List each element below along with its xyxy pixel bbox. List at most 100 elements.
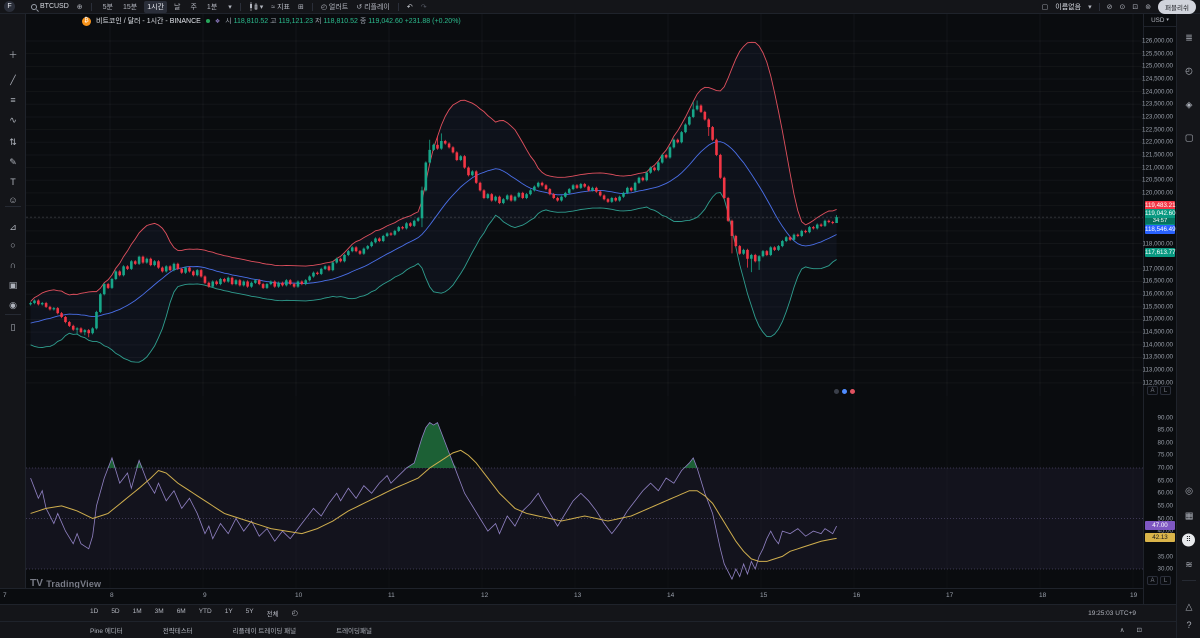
alert-mute-icon[interactable]: ⊘ xyxy=(1107,3,1113,11)
timeframe-group: 5분 15분 1시간 날 주 1분 xyxy=(100,0,221,13)
chart-style-button[interactable]: ▾ xyxy=(249,2,263,11)
help-icon[interactable]: ? xyxy=(1177,620,1200,630)
footer-tab-0[interactable]: Pine 에디터 xyxy=(90,625,123,635)
magnet-tool[interactable]: ∩ xyxy=(0,258,26,272)
indicators-button[interactable]: ≈ 지표 xyxy=(271,2,290,12)
symbol-title[interactable]: 비트코인 / 달러 - 1시간 - BINANCE xyxy=(96,16,201,26)
timeframe-button-15분[interactable]: 15분 xyxy=(120,1,140,13)
range-items: 1D 5D 1M 3M 6M YTD 1Y 5Y 전체 xyxy=(90,608,279,618)
apps-grid-icon[interactable]: ⠿ xyxy=(1182,533,1195,547)
xabcd-pattern-tool[interactable]: ∿ xyxy=(0,113,26,127)
symbol-search[interactable]: BTCUSD xyxy=(31,3,69,12)
data-feed-icon[interactable]: ≋ xyxy=(1177,560,1200,571)
range-button-5D[interactable]: 5D xyxy=(111,608,119,618)
auto-scale-button[interactable]: A xyxy=(1147,386,1158,395)
time-axis-label: 8 xyxy=(110,592,114,599)
clock-display[interactable]: 19:25:03 UTC+9 xyxy=(1088,605,1136,622)
zoom-in-tool[interactable]: ○ xyxy=(0,238,26,252)
timeframe-button-주[interactable]: 주 xyxy=(187,1,199,13)
text-tool[interactable]: T xyxy=(0,175,26,189)
widget-dot-icon[interactable] xyxy=(841,388,848,395)
crosshair-tool[interactable]: ＋ xyxy=(0,48,26,62)
scale-mode-buttons: AL xyxy=(1147,386,1171,395)
compare-add-icon[interactable]: ⊕ xyxy=(77,3,83,11)
time-axis[interactable]: 7 8 9 10 11 12 13 14 15 16 17 18 19 xyxy=(0,588,1176,604)
redo-button[interactable]: ↷ xyxy=(421,3,427,11)
range-button-5Y[interactable]: 5Y xyxy=(246,608,254,618)
screener-target-icon[interactable]: ◎ xyxy=(1177,486,1200,497)
replay-button[interactable]: ↺ 리플레이 xyxy=(356,2,390,12)
timeframe-button-5분[interactable]: 5분 xyxy=(100,1,116,13)
range-button-1Y[interactable]: 1Y xyxy=(225,608,233,618)
brush-tool[interactable]: ✎ xyxy=(0,155,26,169)
rsi-pane-canvas[interactable] xyxy=(26,396,1143,588)
save-layout-icon[interactable]: ▢ xyxy=(1042,3,1049,11)
range-button-3M[interactable]: 3M xyxy=(155,608,164,618)
price-axis-label: 113,000.00 xyxy=(1142,366,1173,374)
layout-name-button[interactable]: 이름없음 xyxy=(1055,2,1081,12)
time-axis-label: 14 xyxy=(667,592,675,599)
currency-selector[interactable]: USD ▾ xyxy=(1144,14,1176,27)
publish-button[interactable]: 퍼블리쉬 xyxy=(1158,0,1196,14)
range-button-YTD[interactable]: YTD xyxy=(199,608,212,618)
footer-tab-1[interactable]: 전략테스터 xyxy=(163,625,193,635)
remove-drawings-tool[interactable]: ▯ xyxy=(0,320,26,334)
price-axis-label: 124,500.00 xyxy=(1142,75,1173,83)
watchlist-icon[interactable]: ≣ xyxy=(1177,33,1200,44)
price-axis-label: 117,000.00 xyxy=(1142,265,1173,272)
snapshot-camera-icon[interactable]: ⊚ xyxy=(1145,3,1151,11)
auto-scale-button[interactable]: A xyxy=(1147,576,1158,585)
time-axis-label: 11 xyxy=(388,592,395,599)
calendar-icon[interactable]: ▦ xyxy=(1177,511,1200,522)
go-to-date-icon[interactable]: ◴ xyxy=(292,609,298,617)
fullscreen-icon[interactable]: ⊡ xyxy=(1132,3,1138,11)
widget-dot-icon[interactable] xyxy=(849,388,856,395)
record-icon[interactable]: ⊙ xyxy=(1119,3,1125,11)
notifications-bell-icon[interactable]: △ xyxy=(1177,602,1200,613)
chart-area[interactable]: ₿ 비트코인 / 달러 - 1시간 - BINANCE ❖ 시 118,810.… xyxy=(26,14,1143,589)
undo-button[interactable]: ↶ xyxy=(407,3,413,11)
alerts-clock-icon[interactable]: ◴ xyxy=(1177,66,1200,77)
main-chart-canvas[interactable] xyxy=(26,14,1143,396)
price-axis-label: 123,500.00 xyxy=(1142,100,1173,108)
time-axis-label: 13 xyxy=(574,592,582,599)
timeframe-button-1시간[interactable]: 1시간 xyxy=(144,0,168,13)
chat-icon[interactable]: ▢ xyxy=(1177,133,1200,144)
footer-tab-2[interactable]: 리플레이 트레이딩 패널 xyxy=(233,625,296,635)
object-tree-icon[interactable]: ◈ xyxy=(1177,100,1200,111)
panel-maximize-icon[interactable]: ⊡ xyxy=(1137,626,1142,634)
fib-retracement-tool[interactable]: ≡ xyxy=(0,93,26,107)
range-button-1D[interactable]: 1D xyxy=(90,608,98,618)
ruler-tool[interactable]: ⊿ xyxy=(0,220,26,234)
time-axis-label: 19 xyxy=(1130,592,1138,599)
price-axis-label: 114,000.00 xyxy=(1142,341,1173,348)
widget-dot-icon[interactable] xyxy=(833,388,840,395)
toolbar-separator xyxy=(1098,2,1100,11)
emoji-tool[interactable]: ☺ xyxy=(0,193,26,207)
range-button-1M[interactable]: 1M xyxy=(133,608,142,618)
hide-drawings-tool[interactable]: ◉ xyxy=(0,298,26,312)
alert-button[interactable]: ◴ 얼러트 xyxy=(321,2,348,12)
timeframe-button-1분[interactable]: 1분 xyxy=(204,1,220,13)
floating-widget[interactable] xyxy=(833,388,856,395)
user-avatar[interactable]: F xyxy=(4,1,15,12)
time-axis-label: 17 xyxy=(946,592,954,599)
range-button-전체[interactable]: 전체 xyxy=(267,608,279,618)
timeframe-button-날[interactable]: 날 xyxy=(171,1,183,13)
time-axis-label: 7 xyxy=(3,592,7,599)
lock-tool[interactable]: ▣ xyxy=(0,278,26,292)
trend-line-tool[interactable]: ╱ xyxy=(0,73,26,87)
long-short-position-tool[interactable]: ⇅ xyxy=(0,135,26,149)
footer-tab-3[interactable]: 트레이딩패널 xyxy=(336,625,372,635)
symbol-legend[interactable]: ₿ 비트코인 / 달러 - 1시간 - BINANCE ❖ 시 118,810.… xyxy=(82,16,461,26)
price-axis[interactable]: USD ▾ 126,000.00 125,500.00 125,000.00 124,5… xyxy=(1142,14,1176,604)
timeframe-dropdown-icon[interactable]: ▾ xyxy=(228,3,232,11)
price-axis-label: 116,500.00 xyxy=(1142,277,1173,285)
log-scale-button[interactable]: L xyxy=(1160,386,1171,395)
layout-dropdown-icon[interactable]: ▾ xyxy=(1088,3,1092,11)
layout-grid-button[interactable]: ⊞ xyxy=(298,3,304,11)
price-axis-label: 65.00 xyxy=(1157,477,1173,484)
panel-expand-chevron-icon[interactable]: ∧ xyxy=(1120,626,1125,634)
log-scale-button[interactable]: L xyxy=(1160,576,1171,585)
range-button-6M[interactable]: 6M xyxy=(177,608,186,618)
